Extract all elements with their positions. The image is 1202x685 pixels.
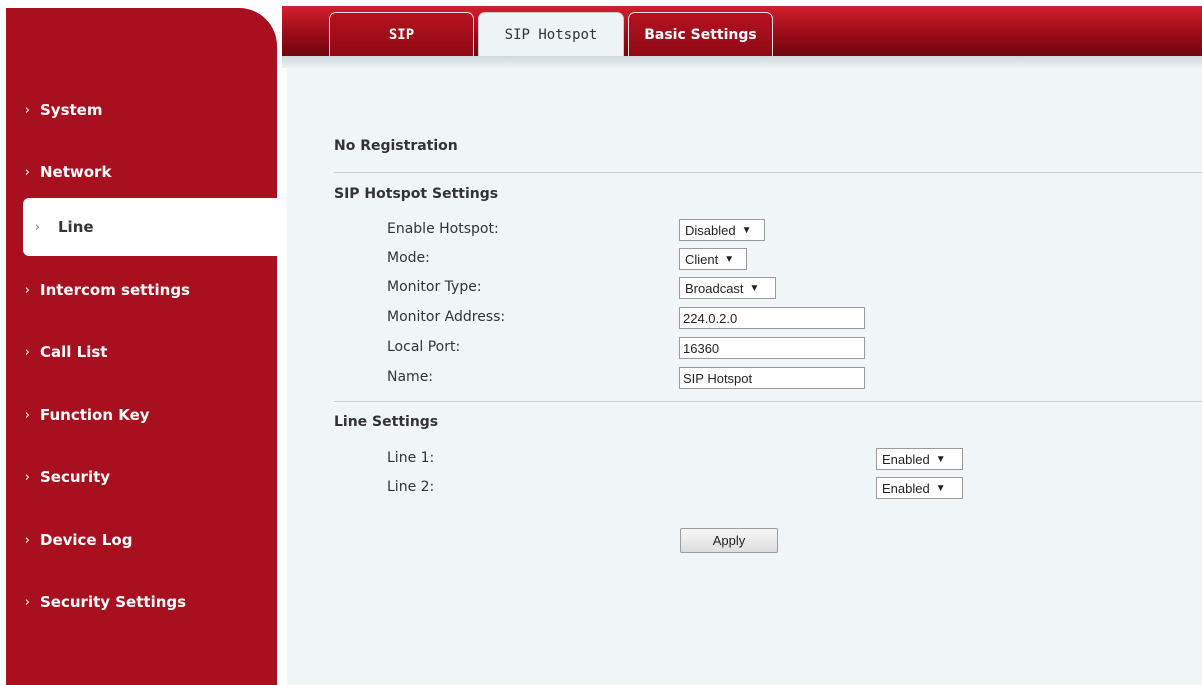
line-settings-title: Line Settings [334,414,439,430]
hotspot-section-title: SIP Hotspot Settings [334,186,499,202]
sidebar-item-label: Function Key [40,406,150,424]
tab-bar-shadow [282,56,1202,68]
monitor-type-value: Broadcast [685,280,744,296]
mode-value: Client [685,251,719,267]
registration-status: No Registration [334,138,458,154]
monitor-type-label: Monitor Type: [387,279,482,295]
dropdown-arrow-icon: ▼ [935,453,946,465]
main-content: No Registration SIP Hotspot Settings Ena… [287,68,1202,685]
mode-label: Mode: [387,250,430,266]
sidebar-item-function-key[interactable]: › Function Key [6,386,277,444]
chevron-right-icon: › [24,344,30,360]
name-input[interactable] [679,367,865,389]
chevron-right-icon: › [24,164,30,180]
apply-button[interactable]: Apply [680,528,778,553]
sidebar-item-label: Line [58,218,94,236]
sidebar-item-system[interactable]: › System [6,81,277,139]
local-port-input[interactable] [679,337,865,359]
dropdown-arrow-icon: ▼ [749,282,760,294]
chevron-right-icon: › [24,102,30,118]
local-port-label: Local Port: [387,339,461,355]
tab-basic-settings[interactable]: Basic Settings [628,12,773,56]
dropdown-arrow-icon: ▼ [741,224,752,236]
sidebar-item-intercom-settings[interactable]: › Intercom settings [6,261,277,319]
sidebar-item-label: Call List [40,343,108,361]
mode-select[interactable]: Client ▼ [679,248,747,270]
line2-label: Line 2: [387,479,435,495]
sidebar-item-label: Device Log [40,531,133,549]
sidebar-item-label: System [40,101,103,119]
chevron-right-icon: › [34,219,40,235]
sidebar-item-call-list[interactable]: › Call List [6,323,277,381]
monitor-type-select[interactable]: Broadcast ▼ [679,277,776,299]
chevron-right-icon: › [24,407,30,423]
enable-hotspot-select[interactable]: Disabled ▼ [679,219,765,241]
chevron-right-icon: › [24,469,30,485]
dropdown-arrow-icon: ▼ [935,482,946,494]
dropdown-arrow-icon: ▼ [724,253,735,265]
chevron-right-icon: › [24,532,30,548]
sidebar: › System › Network › Line › Intercom set… [6,8,277,685]
sidebar-item-label: Security [40,468,111,486]
sidebar-item-device-log[interactable]: › Device Log [6,511,277,569]
line2-value: Enabled [882,480,930,496]
line1-label: Line 1: [387,450,435,466]
sidebar-item-label: Intercom settings [40,281,190,299]
tab-sip-hotspot[interactable]: SIP Hotspot [478,12,624,56]
tab-sip[interactable]: SIP [329,12,474,56]
sidebar-item-label: Network [40,163,112,181]
sidebar-item-label: Security Settings [40,593,187,611]
chevron-right-icon: › [24,594,30,610]
divider [334,172,1202,173]
monitor-address-input[interactable] [679,307,865,329]
divider [334,401,1202,402]
chevron-right-icon: › [24,282,30,298]
sidebar-item-security-settings[interactable]: › Security Settings [6,573,277,631]
name-label: Name: [387,369,434,385]
line1-select[interactable]: Enabled ▼ [876,448,963,470]
enable-hotspot-label: Enable Hotspot: [387,221,499,237]
sidebar-item-network[interactable]: › Network [6,143,277,201]
enable-hotspot-value: Disabled [685,222,736,238]
line1-value: Enabled [882,451,930,467]
sidebar-item-line[interactable]: › Line [23,198,277,256]
line2-select[interactable]: Enabled ▼ [876,477,963,499]
sidebar-item-security[interactable]: › Security [6,448,277,506]
monitor-address-label: Monitor Address: [387,309,506,325]
